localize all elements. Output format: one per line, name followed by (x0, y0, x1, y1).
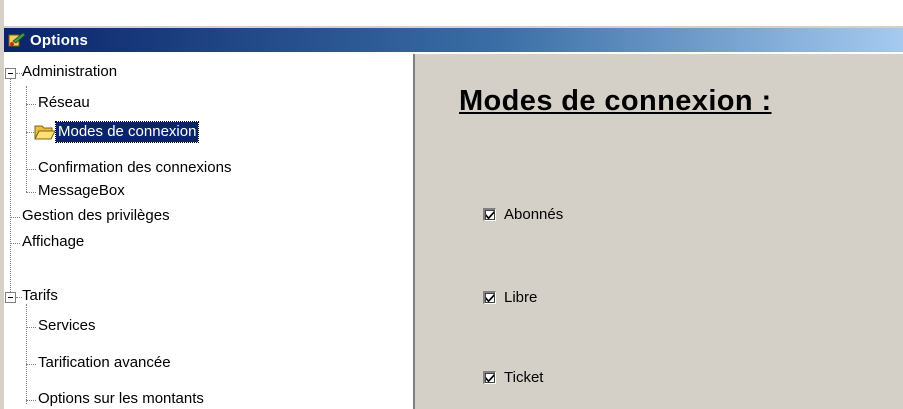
tree-item-tarifs[interactable]: Tarifs (22, 287, 58, 304)
checkmark-icon (486, 373, 494, 382)
checkbox-libre[interactable] (483, 290, 496, 304)
checkbox-ticket[interactable] (483, 370, 496, 384)
window-top-frame (0, 0, 903, 28)
tree-item-administration[interactable]: Administration (22, 63, 117, 80)
checkmark-icon (486, 293, 494, 302)
tree-item-modes-de-connexion[interactable]: Modes de connexion (54, 121, 200, 143)
window-title: Options (30, 31, 89, 49)
tree-item-services[interactable]: Services (38, 317, 96, 334)
expand-toggle-tarifs[interactable] (5, 292, 16, 303)
tree-item-affichage[interactable]: Affichage (22, 233, 84, 250)
options-tree[interactable]: Administration Réseau Modes de connexion… (4, 54, 415, 409)
tree-item-messagebox[interactable]: MessageBox (38, 182, 125, 199)
option-libre[interactable]: Libre (483, 287, 537, 307)
tree-item-tarification-avancee[interactable]: Tarification avancée (38, 354, 171, 371)
checkbox-label-libre: Libre (504, 288, 538, 306)
open-folder-icon (34, 125, 56, 140)
checkbox-abonnes[interactable] (483, 207, 496, 221)
expand-toggle-administration[interactable] (5, 68, 16, 79)
checkmark-icon (486, 210, 494, 219)
tree-item-options-sur-les-montants[interactable]: Options sur les montants (38, 390, 204, 407)
checkbox-label-abonnes: Abonnés (504, 205, 564, 223)
option-ticket[interactable]: Ticket (483, 367, 543, 387)
settings-panel: Modes de connexion : Abonnés Libre Ticke… (415, 54, 903, 409)
tree-item-confirmation-des-connexions[interactable]: Confirmation des connexions (38, 159, 231, 176)
options-window: Options Administration Réseau Modes de c… (0, 0, 903, 409)
tree-connector (26, 304, 27, 404)
tree-connector (26, 86, 27, 192)
title-bar[interactable]: Options (4, 28, 903, 52)
tree-connector (10, 78, 11, 292)
panel-heading: Modes de connexion : (459, 85, 772, 117)
option-abonnes[interactable]: Abonnés (483, 204, 563, 224)
options-app-icon (8, 32, 26, 47)
tree-item-gestion-des-privileges[interactable]: Gestion des privilèges (22, 207, 170, 224)
tree-item-reseau[interactable]: Réseau (38, 94, 90, 111)
checkbox-label-ticket: Ticket (504, 368, 544, 386)
